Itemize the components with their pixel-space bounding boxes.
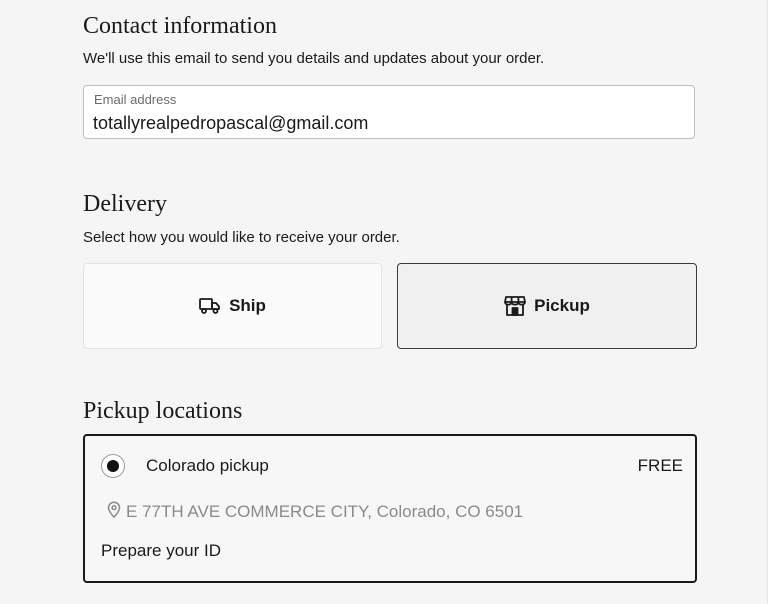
location-note: Prepare your ID [101, 541, 221, 560]
email-input[interactable] [93, 113, 683, 134]
ship-option-label: Ship [229, 296, 266, 315]
contact-title: Contact information [83, 13, 277, 39]
delivery-title: Delivery [83, 191, 167, 217]
pickup-location-card[interactable]: Colorado pickup FREE E 77TH AVE COMMERCE… [83, 434, 697, 583]
email-field[interactable]: Email address [83, 85, 695, 139]
contact-subtitle: We'll use this email to send you details… [83, 50, 545, 67]
pickup-option-label: Pickup [534, 296, 590, 315]
location-address-text: E 77TH AVE COMMERCE CITY, Colorado, CO 6… [126, 501, 524, 521]
delivery-subtitle: Select how you would like to receive you… [83, 229, 400, 246]
email-label: Email address [94, 92, 177, 107]
pickup-option-button[interactable]: Pickup [397, 263, 697, 349]
map-pin-icon [107, 501, 121, 521]
store-icon [504, 296, 527, 316]
ship-option-button[interactable]: Ship [83, 263, 382, 349]
location-address: E 77TH AVE COMMERCE CITY, Colorado, CO 6… [107, 501, 523, 521]
pickup-locations-title: Pickup locations [83, 398, 243, 424]
location-name: Colorado pickup [146, 456, 269, 475]
location-radio[interactable] [101, 454, 125, 478]
truck-icon [199, 297, 221, 315]
location-price: FREE [637, 456, 683, 475]
